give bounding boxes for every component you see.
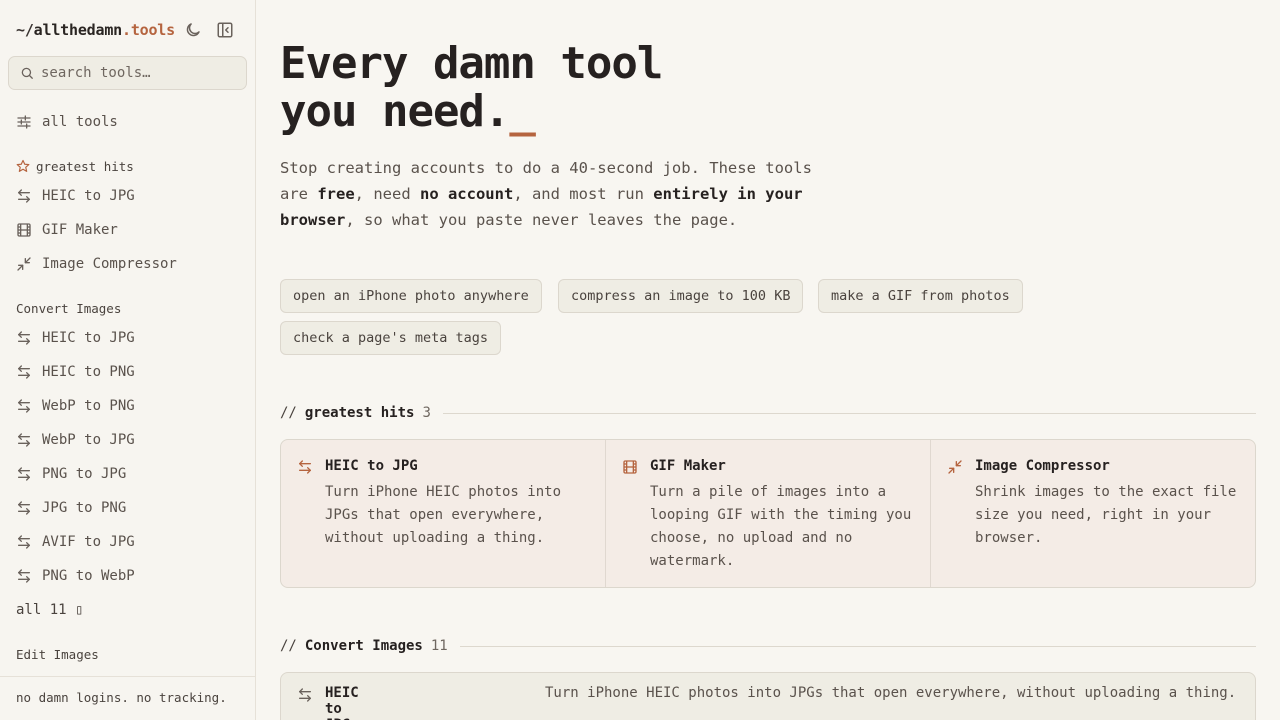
swap-arrows-icon bbox=[16, 432, 32, 448]
swap-arrows-icon bbox=[16, 188, 32, 204]
minimize-icon bbox=[947, 459, 963, 475]
swap-arrows-icon bbox=[16, 330, 32, 346]
sidebar-item-image-compressor[interactable]: Image Compressor bbox=[16, 253, 177, 275]
sidebar-item-png-to-webp[interactable]: PNG to WebP bbox=[16, 565, 135, 587]
minimize-icon bbox=[16, 256, 32, 272]
sidebar-item-heic-to-jpg[interactable]: HEIC to JPG bbox=[16, 185, 135, 207]
film-icon bbox=[16, 222, 32, 238]
card-title: HEIC to JPG bbox=[325, 458, 418, 474]
brand-row: ~/allthedamn.tools bbox=[16, 20, 240, 40]
section-count: 11 bbox=[430, 638, 448, 654]
swap-arrows-icon bbox=[297, 459, 313, 475]
sidebar-footer: no damn logins. no tracking. bbox=[0, 676, 255, 720]
sidebar-item-heic-to-jpg[interactable]: HEIC to JPG bbox=[16, 327, 135, 349]
sidebar-item-jpg-to-png[interactable]: JPG to PNG bbox=[16, 497, 126, 519]
tool-card-image-compressor[interactable]: Image Compressor Shrink images to the ex… bbox=[930, 440, 1255, 587]
brand-suffix: .tools bbox=[121, 21, 175, 39]
sidebar-section-label: greatest hits bbox=[36, 158, 134, 174]
section-divider bbox=[459, 645, 1256, 647]
sidebar-item-label: WebP to JPG bbox=[42, 432, 135, 448]
swap-arrows-icon bbox=[16, 466, 32, 482]
sidebar-item-png-to-jpg[interactable]: PNG to JPG bbox=[16, 463, 126, 485]
search-input[interactable] bbox=[41, 65, 231, 81]
collapse-sidebar-icon[interactable] bbox=[216, 21, 234, 39]
theme-toggle-moon-icon[interactable] bbox=[184, 21, 202, 39]
sidebar-item-label: PNG to JPG bbox=[42, 466, 127, 482]
swap-arrows-icon bbox=[16, 398, 32, 414]
convert-images-list: HEIC to JPG Turn iPhone HEIC photos into… bbox=[280, 672, 1256, 720]
sidebar-item-webp-to-jpg[interactable]: WebP to JPG bbox=[16, 429, 135, 451]
section-title: Convert Images bbox=[304, 638, 423, 654]
desc-text: , need bbox=[354, 185, 420, 203]
section-header-convert-images: // Convert Images 11 bbox=[280, 636, 1256, 656]
star-icon bbox=[16, 159, 30, 173]
title-line-1: Every damn tool bbox=[280, 38, 663, 89]
sidebar-item-label: HEIC to JPG bbox=[42, 330, 135, 346]
sidebar-section-greatest-hits: greatest hits bbox=[16, 157, 134, 175]
sidebar-item-label: HEIC to JPG bbox=[42, 188, 135, 204]
swap-arrows-icon bbox=[16, 534, 32, 550]
sidebar-show-all-convert-link[interactable]: all 11 ▯ bbox=[16, 600, 83, 620]
swap-arrows-icon bbox=[297, 687, 313, 703]
hero-description: Stop creating accounts to do a 40-second… bbox=[280, 155, 820, 233]
section-slashes: // bbox=[280, 638, 297, 654]
sidebar-item-label: WebP to PNG bbox=[42, 398, 135, 414]
row-title: HEIC to JPG bbox=[325, 685, 359, 720]
section-divider bbox=[442, 412, 1256, 414]
brand-prefix: ~/ bbox=[16, 21, 34, 39]
desc-bold-no-account: no account bbox=[419, 185, 514, 203]
sidebar-item-webp-to-png[interactable]: WebP to PNG bbox=[16, 395, 135, 417]
cursor-glyph: _ bbox=[509, 86, 535, 137]
page-title: Every damn tool you need._ bbox=[280, 38, 663, 137]
sidebar-item-label: Image Compressor bbox=[42, 256, 177, 272]
sidebar-item-label: HEIC to PNG bbox=[42, 364, 135, 380]
card-description: Turn a pile of images into a looping GIF… bbox=[650, 484, 912, 569]
tool-card-heic-to-jpg[interactable]: HEIC to JPG Turn iPhone HEIC photos into… bbox=[281, 440, 605, 587]
section-header-greatest-hits: // greatest hits 3 bbox=[280, 403, 1256, 423]
sidebar-section-label: Edit Images bbox=[16, 646, 99, 662]
sidebar-item-label: all tools bbox=[42, 114, 118, 130]
sidebar-item-label: GIF Maker bbox=[42, 222, 118, 238]
section-count: 3 bbox=[422, 405, 431, 421]
site-logo-link[interactable]: ~/allthedamn.tools bbox=[16, 20, 175, 40]
main-content: Every damn tool you need._ Stop creating… bbox=[257, 0, 1280, 720]
sidebar-item-label: PNG to WebP bbox=[42, 568, 135, 584]
card-description: Turn iPhone HEIC photos into JPGs that o… bbox=[325, 484, 562, 546]
card-title: GIF Maker bbox=[650, 458, 726, 474]
chip-check-meta-tags[interactable]: check a page's meta tags bbox=[280, 321, 502, 355]
desc-text: , and most run bbox=[513, 185, 654, 203]
chip-open-iphone-photo[interactable]: open an iPhone photo anywhere bbox=[280, 279, 542, 313]
title-line-2: you need. bbox=[280, 86, 510, 137]
desc-text: , so what you paste never leaves the pag… bbox=[345, 211, 738, 229]
sidebar-item-label: AVIF to JPG bbox=[42, 534, 135, 550]
section-title: greatest hits bbox=[304, 405, 415, 421]
sliders-icon bbox=[16, 114, 32, 130]
sidebar-item-avif-to-jpg[interactable]: AVIF to JPG bbox=[16, 531, 135, 553]
greatest-hits-cards: HEIC to JPG Turn iPhone HEIC photos into… bbox=[280, 439, 1256, 588]
swap-arrows-icon bbox=[16, 500, 32, 516]
sidebar-item-heic-to-png[interactable]: HEIC to PNG bbox=[16, 361, 135, 383]
sidebar-item-label: JPG to PNG bbox=[42, 500, 127, 516]
sidebar-item-gif-maker[interactable]: GIF Maker bbox=[16, 219, 118, 241]
sidebar: ~/allthedamn.tools all tools greatest hi… bbox=[0, 0, 256, 720]
swap-arrows-icon bbox=[16, 568, 32, 584]
sidebar-section-convert-images: Convert Images bbox=[16, 299, 121, 317]
swap-arrows-icon bbox=[16, 364, 32, 380]
card-title: Image Compressor bbox=[975, 458, 1110, 474]
search-icon bbox=[21, 67, 33, 79]
chip-make-gif[interactable]: make a GIF from photos bbox=[818, 279, 1023, 313]
section-slashes: // bbox=[280, 405, 297, 421]
sidebar-item-all-tools[interactable]: all tools bbox=[16, 111, 118, 133]
tool-card-gif-maker[interactable]: GIF Maker Turn a pile of images into a l… bbox=[605, 440, 930, 587]
search-box[interactable] bbox=[8, 56, 247, 90]
brand-name: allthedamn bbox=[33, 21, 123, 39]
chip-compress-image[interactable]: compress an image to 100 KB bbox=[558, 279, 804, 313]
row-description: Turn iPhone HEIC photos into JPGs that o… bbox=[545, 685, 1237, 701]
card-description: Shrink images to the exact file size you… bbox=[975, 484, 1237, 546]
sidebar-section-label: Convert Images bbox=[16, 300, 122, 316]
sidebar-section-edit-images: Edit Images bbox=[16, 645, 99, 663]
film-icon bbox=[622, 459, 638, 475]
desc-bold-free: free bbox=[317, 185, 355, 203]
